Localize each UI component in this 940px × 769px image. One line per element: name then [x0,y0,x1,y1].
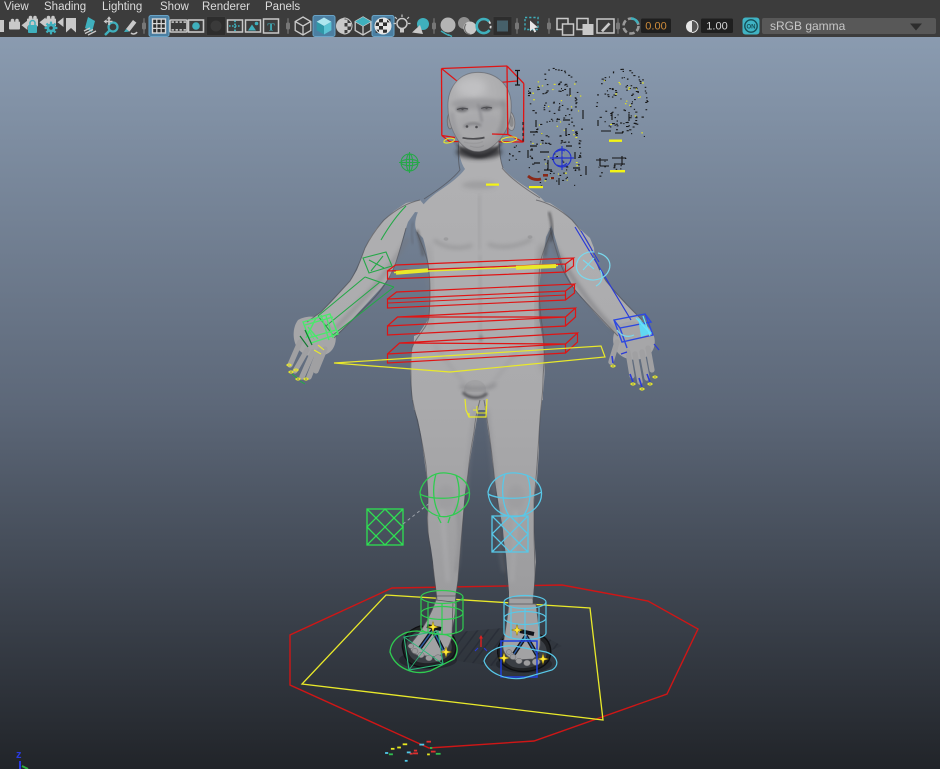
svg-text:ON: ON [747,24,756,30]
svg-text:z: z [16,749,22,761]
svg-text:sRGB gamma: sRGB gamma [770,19,846,33]
svg-text:T: T [267,22,275,34]
svg-text:1.00: 1.00 [706,21,727,33]
svg-text:0.00: 0.00 [645,21,666,33]
